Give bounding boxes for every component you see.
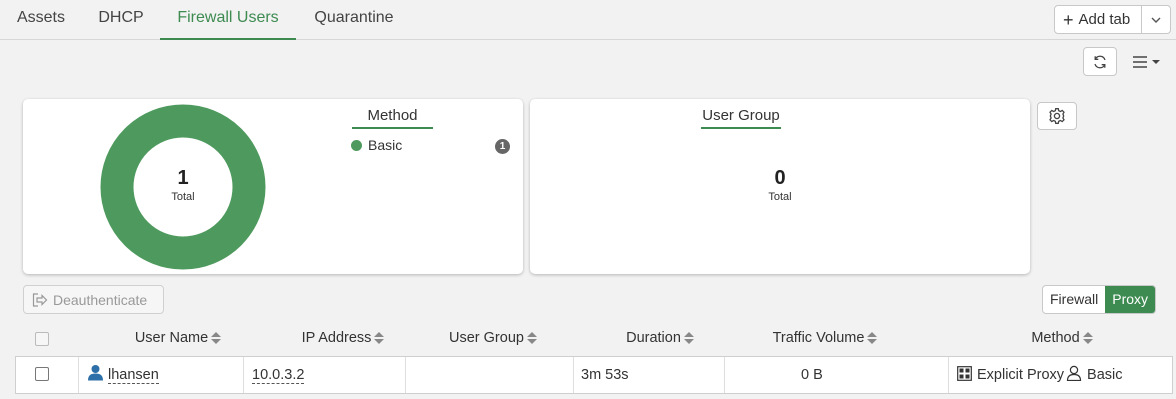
plus-icon: + bbox=[1063, 9, 1074, 30]
sign-out-icon bbox=[32, 292, 48, 307]
column-label: User Name bbox=[134, 330, 209, 346]
widget-settings-button[interactable] bbox=[1037, 102, 1077, 130]
add-tab-main[interactable]: + Add tab bbox=[1055, 6, 1142, 33]
user-outline-icon bbox=[1066, 365, 1082, 382]
deauthenticate-label: Deauthenticate bbox=[53, 291, 148, 308]
select-all-checkbox[interactable] bbox=[35, 332, 49, 346]
sort-icon bbox=[211, 332, 222, 345]
table-header: User Name IP Address User Group Duration… bbox=[15, 322, 1173, 354]
legend-dot bbox=[351, 139, 362, 151]
column-label: Method bbox=[1031, 330, 1080, 346]
add-tab-label: Add tab bbox=[1078, 11, 1131, 28]
ip-address-link[interactable]: 10.0.3.2 bbox=[252, 367, 305, 384]
menu-button[interactable] bbox=[1127, 48, 1167, 76]
user-group-total-value: 0 bbox=[774, 167, 786, 189]
cell-traffic-volume: 0 B bbox=[725, 357, 949, 393]
toggle-firewall[interactable]: Firewall bbox=[1043, 286, 1105, 313]
explicit-proxy-icon bbox=[957, 366, 972, 381]
deauthenticate-button[interactable]: Deauthenticate bbox=[23, 285, 164, 314]
toggle-proxy[interactable]: Proxy bbox=[1105, 286, 1156, 313]
column-label: IP Address bbox=[301, 330, 372, 346]
user-group-widget: User Group 0 Total bbox=[530, 99, 1030, 274]
refresh-icon bbox=[1094, 55, 1106, 68]
firewall-proxy-toggle[interactable]: Firewall Proxy bbox=[1042, 285, 1157, 314]
add-tab-button[interactable]: + Add tab bbox=[1054, 5, 1171, 34]
column-label: User Group bbox=[449, 330, 524, 346]
user-icon bbox=[88, 365, 103, 381]
user-name-link[interactable]: lhansen bbox=[108, 367, 159, 384]
cell-user-group bbox=[406, 357, 574, 393]
table-row[interactable]: lhansen 10.0.3.2 3m 53s 0 B Explicit Pro… bbox=[15, 356, 1173, 394]
method-auth: Basic bbox=[1087, 367, 1123, 383]
sort-icon bbox=[526, 332, 537, 345]
sort-icon bbox=[374, 332, 385, 345]
refresh-button[interactable] bbox=[1083, 47, 1117, 76]
legend-item-basic[interactable]: Basic bbox=[351, 137, 402, 153]
column-header-method[interactable]: Method bbox=[962, 322, 1162, 354]
tab-quarantine[interactable]: Quarantine bbox=[296, 0, 412, 40]
user-group-total-label: Total bbox=[768, 191, 792, 203]
method-widget: 1 Total Method Basic 1 bbox=[23, 99, 523, 274]
legend-count-badge: 1 bbox=[495, 139, 510, 154]
sort-icon bbox=[867, 332, 878, 345]
cell-user-name: lhansen bbox=[79, 357, 244, 393]
hamburger-menu-icon bbox=[1133, 56, 1160, 68]
column-header-traffic-volume[interactable]: Traffic Volume bbox=[725, 322, 925, 354]
sort-icon bbox=[683, 332, 694, 345]
cell-ip-address: 10.0.3.2 bbox=[244, 357, 406, 393]
tab-firewall-users[interactable]: Firewall Users bbox=[160, 0, 296, 40]
row-select-cell bbox=[16, 357, 79, 393]
method-legend-title: Method bbox=[352, 107, 433, 129]
method-type: Explicit Proxy bbox=[977, 367, 1065, 383]
column-label: Duration bbox=[626, 330, 681, 346]
legend-item-label: Basic bbox=[368, 137, 403, 153]
cell-duration: 3m 53s bbox=[574, 357, 725, 393]
cell-method: Explicit Proxy Basic bbox=[949, 357, 1172, 393]
tab-assets[interactable]: Assets bbox=[0, 0, 82, 40]
method-total-label: Total bbox=[171, 191, 195, 203]
method-total-value: 1 bbox=[177, 167, 189, 189]
row-checkbox[interactable] bbox=[35, 367, 49, 381]
user-group-legend-title: User Group bbox=[701, 107, 781, 129]
sort-icon bbox=[1082, 332, 1093, 345]
tab-bar: Assets DHCP Firewall Users Quarantine + … bbox=[0, 0, 1176, 40]
tab-dhcp[interactable]: DHCP bbox=[82, 0, 160, 40]
chevron-down-icon[interactable] bbox=[1142, 14, 1170, 26]
column-label: Traffic Volume bbox=[772, 330, 865, 346]
gear-icon bbox=[1049, 108, 1065, 124]
